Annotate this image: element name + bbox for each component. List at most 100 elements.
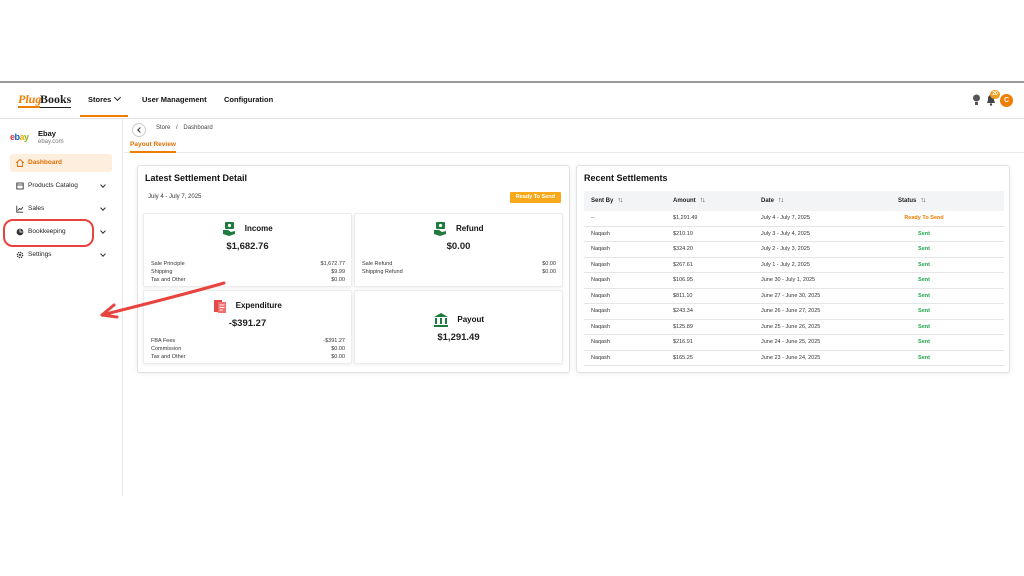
sent-by-cell: Naqash (591, 323, 610, 330)
date-cell: June 27 - June 30, 2025 (761, 292, 821, 299)
breadcrumb-bar: Store / Dashboard Payout Review (124, 119, 1024, 153)
store-selector[interactable]: ebay Ebay ebay.com (10, 127, 120, 149)
table-row[interactable]: Naqash $267.61 July 1 - July 2, 2025 Sent (584, 258, 1004, 273)
status-cell: Sent (918, 261, 930, 268)
user-avatar[interactable]: C (1000, 94, 1013, 107)
table-row[interactable]: Naqash $324.20 July 2 - July 3, 2025 Sent (584, 242, 1004, 258)
annotation-highlight-ring (3, 219, 94, 247)
date-cell: June 24 - June 25, 2025 (761, 339, 821, 345)
refund-card: Refund $0.00 Sale Refund $0.00 Shipping R… (354, 213, 563, 287)
breadcrumb: Store / Dashboard (156, 125, 217, 131)
top-navbar: Plug Books Stores User Management Config… (0, 83, 1024, 119)
status-cell: Sent (918, 277, 930, 283)
sent-by-cell: Naqash (591, 261, 610, 268)
latest-settlement-panel: Latest Settlement Detail July 4 - July 7… (137, 165, 570, 373)
sidebar-item-sales[interactable]: Sales (10, 200, 112, 218)
breakdown-row: Sale Refund $0.00 (362, 261, 556, 267)
chart-icon (16, 205, 24, 213)
sort-icon[interactable]: ↑↓ (920, 191, 926, 211)
sent-by-cell: Naqash (591, 308, 610, 314)
tab-payout-review[interactable]: Payout Review (130, 139, 176, 153)
table-row[interactable]: Naqash $811.10 June 27 - June 30, 2025 Sent (584, 289, 1004, 304)
sent-by-cell: Naqash (591, 354, 610, 361)
breadcrumb-store[interactable]: Store (156, 125, 170, 131)
status-cell: Sent (918, 323, 930, 330)
amount-cell: $125.89 (673, 323, 693, 330)
sort-icon[interactable]: ↑↓ (617, 191, 623, 211)
sidebar-item-dashboard[interactable]: Dashboard (10, 154, 112, 172)
column-header-amount[interactable]: Amount ↑↓ (673, 191, 706, 211)
breakdown-row: Commission $0.00 (151, 346, 345, 352)
chevron-down-icon (114, 93, 122, 102)
lightbulb-icon[interactable] (972, 94, 981, 106)
table-row[interactable]: Naqash $216.91 June 24 - June 25, 2025 Sent (584, 335, 1004, 351)
sidebar-item-products-catalog[interactable]: Products Catalog (10, 177, 112, 195)
date-cell: June 23 - June 24, 2025 (761, 354, 821, 361)
gear-icon (16, 251, 24, 259)
breakdown-row: Sale Principle $1,672.77 (151, 261, 345, 267)
app-window: Plug Books Stores User Management Config… (0, 81, 1024, 496)
sort-icon[interactable]: ↑↓ (778, 191, 784, 211)
table-row[interactable]: Naqash $106.95 June 30 - July 1, 2025 Sent (584, 273, 1004, 289)
date-cell: July 1 - July 2, 2025 (761, 261, 810, 268)
status-cell: Sent (918, 339, 930, 345)
amount-cell: $106.95 (673, 277, 693, 283)
table-row[interactable]: -- $1,291.49 July 4 - July 7, 2025 Ready To… (584, 211, 1004, 227)
date-cell: June 30 - July 1, 2025 (761, 277, 816, 283)
amount-cell: $165.25 (673, 354, 693, 361)
panel-title: Latest Settlement Detail (145, 173, 248, 183)
column-header-status[interactable]: Status ↑↓ (898, 191, 926, 211)
store-domain: ebay.com (38, 139, 64, 145)
chevron-down-icon (100, 205, 106, 211)
money-hand-icon (223, 221, 236, 236)
sidebar-item-label: Dashboard (28, 159, 62, 166)
payout-amount: $1,291.49 (437, 332, 480, 343)
table-row[interactable]: Naqash $243.34 June 26 - June 27, 2025 Sent (584, 304, 1004, 320)
sent-by-cell: Naqash (591, 277, 610, 283)
breakdown-row: FBA Fees -$391.27 (151, 338, 345, 344)
sidebar-item-settings[interactable]: Settings (10, 246, 112, 264)
status-cell: Ready To Send (904, 215, 944, 221)
status-cell: Sent (918, 246, 930, 252)
sent-by-cell: Naqash (591, 230, 610, 237)
settlements-table: Sent By ↑↓ Amount ↑↓ Date ↑↓ Status ↑↓ -- $1,… (584, 191, 1004, 366)
recent-settlements-panel: Recent Settlements Sent By ↑↓ Amount ↑↓ Da… (576, 165, 1010, 373)
table-body: -- $1,291.49 July 4 - July 7, 2025 Ready To… (584, 211, 1004, 366)
table-row[interactable]: Naqash $165.25 June 23 - June 24, 2025 Sent (584, 351, 1004, 366)
table-row[interactable]: Naqash $125.89 June 25 - June 26, 2025 Sent (584, 320, 1004, 335)
nav-configuration[interactable]: Configuration (224, 83, 273, 117)
sort-icon[interactable]: ↑↓ (700, 191, 706, 211)
sent-by-cell: Naqash (591, 246, 610, 252)
column-header-date[interactable]: Date ↑↓ (761, 191, 784, 211)
expenditure-breakdown: FBA Fees -$391.27 Commission $0.00 Tax and… (151, 337, 345, 361)
store-name: Ebay (38, 129, 56, 138)
table-header: Sent By ↑↓ Amount ↑↓ Date ↑↓ Status ↑↓ (584, 191, 1004, 211)
table-row[interactable]: Naqash $210.10 July 3 - July 4, 2025 Sent (584, 227, 1004, 242)
expenditure-amount: -$391.27 (228, 318, 267, 329)
nav-user-management[interactable]: User Management (142, 83, 207, 117)
breadcrumb-dashboard: Dashboard (183, 125, 213, 131)
sent-by-cell: Naqash (591, 292, 610, 299)
breakdown-row: Shipping Refund $0.00 (362, 269, 556, 275)
chevron-down-icon (100, 251, 106, 257)
plugbooks-logo[interactable]: Plug Books (18, 92, 76, 108)
logo-underline (18, 106, 40, 108)
date-cell: June 25 - June 26, 2025 (761, 323, 821, 330)
sent-by-cell: -- (591, 215, 595, 221)
status-cell: Sent (918, 354, 930, 361)
sidebar-item-label: Settings (28, 251, 52, 258)
breadcrumb-separator: / (176, 125, 178, 131)
nav-stores[interactable]: Stores (80, 83, 128, 117)
amount-cell: $210.10 (673, 230, 693, 237)
chevron-down-icon (100, 228, 106, 234)
bank-icon (433, 312, 448, 327)
card-title: Payout (457, 315, 485, 325)
back-button[interactable] (132, 123, 146, 137)
sidebar-item-label: Sales (28, 205, 45, 212)
breakdown-row: Tax and Other $0.00 (151, 354, 345, 360)
column-header-sent-by[interactable]: Sent By ↑↓ (591, 191, 623, 211)
settlement-period: July 4 - July 7, 2025 (148, 194, 202, 200)
amount-cell: $324.20 (673, 246, 693, 252)
date-cell: July 3 - July 4, 2025 (761, 230, 810, 237)
logo-books-text: Books (40, 92, 72, 108)
